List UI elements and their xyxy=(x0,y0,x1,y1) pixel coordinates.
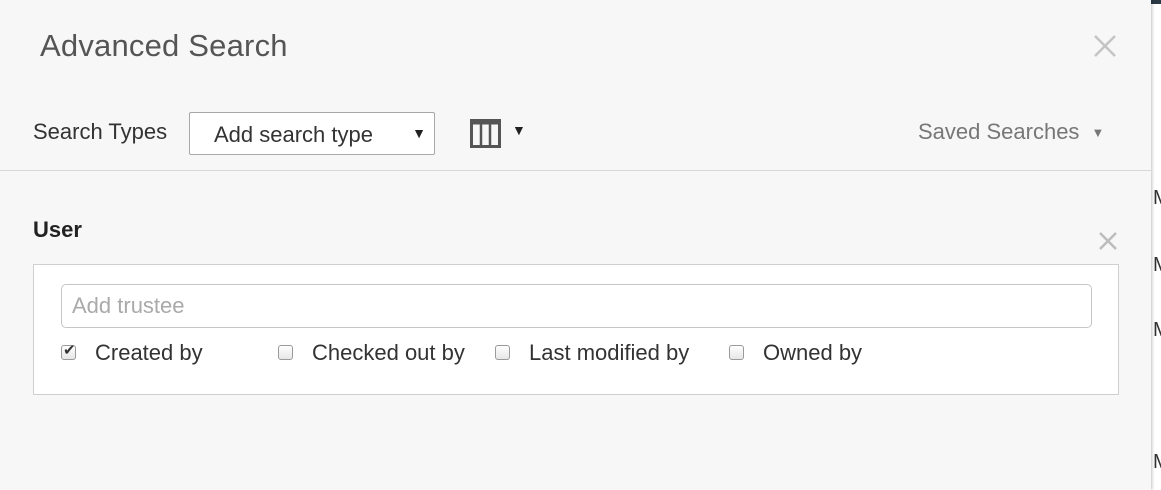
user-criteria-panel: ✔ Created by Checked out by Last modifie… xyxy=(33,264,1119,395)
triangle-down-icon: ▼ xyxy=(412,125,426,141)
dialog-title: Advanced Search xyxy=(40,28,288,63)
checkbox-box[interactable] xyxy=(495,345,510,360)
checkbox-label: Checked out by xyxy=(312,340,465,365)
saved-searches-dropdown[interactable]: Saved Searches ▼ xyxy=(918,119,1104,145)
close-icon xyxy=(1094,35,1116,57)
remove-user-section-button[interactable] xyxy=(1096,229,1120,253)
checkbox-box[interactable]: ✔ xyxy=(61,342,76,360)
checkbox-label: Owned by xyxy=(763,340,863,365)
background-text-fragment: M xyxy=(1153,255,1161,275)
search-types-label: Search Types xyxy=(33,119,168,144)
triangle-down-icon: ▼ xyxy=(1091,125,1105,140)
background-text-fragment: M xyxy=(1153,452,1161,472)
columns-icon xyxy=(470,119,501,148)
background-page: M M M M xyxy=(1151,0,1161,490)
saved-searches-label: Saved Searches xyxy=(918,119,1080,144)
toolbar-divider xyxy=(0,170,1151,171)
checkbox-box[interactable] xyxy=(278,345,293,360)
background-text-fragment: M xyxy=(1153,188,1161,208)
advanced-search-dialog: Advanced Search Search Types Add search … xyxy=(0,0,1151,490)
checkbox-label: Created by xyxy=(95,340,203,365)
checkmark-icon: ✔ xyxy=(63,342,76,359)
close-dialog-button[interactable] xyxy=(1090,30,1120,62)
checkbox-label: Last modified by xyxy=(529,340,690,365)
checkbox-box[interactable] xyxy=(729,345,744,360)
columns-menu-button[interactable]: ▼ xyxy=(470,119,530,151)
close-icon xyxy=(1099,232,1117,250)
trustee-input[interactable] xyxy=(61,284,1092,328)
search-type-select-value: Add search type xyxy=(214,122,373,147)
triangle-down-icon: ▼ xyxy=(512,122,526,138)
background-header-bar xyxy=(1151,0,1161,4)
background-text-fragment: M xyxy=(1153,320,1161,340)
user-section-title: User xyxy=(33,217,82,242)
search-type-select[interactable]: Add search type ▼ xyxy=(189,112,435,155)
